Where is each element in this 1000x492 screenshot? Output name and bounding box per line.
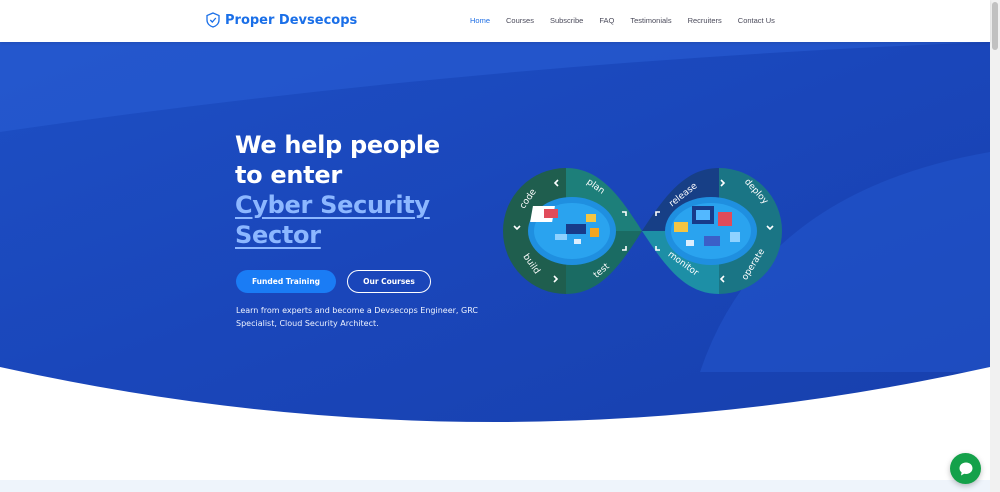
funded-training-button[interactable]: Funded Training (236, 270, 336, 293)
hero-description: Learn from experts and become a Devsecop… (236, 306, 478, 328)
hero-background (0, 42, 990, 422)
page-scrollbar[interactable] (990, 0, 1000, 492)
nav-home[interactable]: Home (470, 16, 490, 25)
next-section-strip (0, 480, 990, 492)
hero-headline: We help people to enter Cyber Security S… (235, 130, 455, 250)
brand-logo[interactable]: Proper Devsecops (206, 12, 357, 28)
our-courses-button[interactable]: Our Courses (347, 270, 431, 293)
nav-faq[interactable]: FAQ (599, 16, 614, 25)
main-nav: Home Courses Subscribe FAQ Testimonials … (470, 16, 791, 25)
right-loop (642, 168, 782, 294)
nav-testimonials[interactable]: Testimonials (630, 16, 671, 25)
nav-courses[interactable]: Courses (506, 16, 534, 25)
headline-line-1: We help people (235, 131, 440, 159)
chat-button[interactable] (950, 453, 981, 484)
shield-icon (206, 12, 220, 28)
brand-name: Proper Devsecops (225, 12, 358, 28)
nav-recruiters[interactable]: Recruiters (688, 16, 722, 25)
scrollbar-thumb[interactable] (992, 2, 998, 50)
hero-section: We help people to enter Cyber Security S… (0, 42, 990, 422)
left-loop (503, 168, 642, 294)
headline-highlight[interactable]: Cyber Security Sector (235, 190, 455, 250)
devops-infinity-illustration: code plan build test release deploy moni… (503, 168, 782, 294)
chat-bubble-icon (959, 462, 972, 475)
nav-subscribe[interactable]: Subscribe (550, 16, 583, 25)
site-header: Proper Devsecops Home Courses Subscribe … (0, 0, 990, 42)
nav-contact-us[interactable]: Contact Us (738, 16, 775, 25)
headline-line-2: to enter (235, 161, 342, 189)
